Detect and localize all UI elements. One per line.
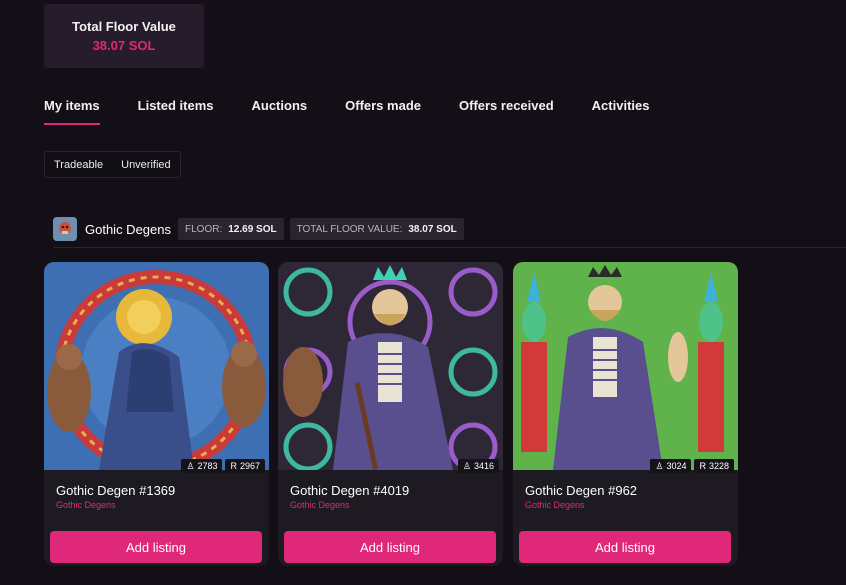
filter-toggle-group: Tradeable Unverified [44, 151, 181, 178]
rank-badge: R 3228 [694, 459, 734, 473]
tab-auctions[interactable]: Auctions [252, 98, 308, 124]
floor-chip-value: 12.69 SOL [228, 223, 277, 235]
tab-listed-items[interactable]: Listed items [138, 98, 214, 124]
nft-card[interactable]: ♙ 3024 R 3228 Gothic Degen #962 Gothic Deg… [513, 262, 738, 566]
nft-card[interactable]: ♙ 2783 R 2967 Gothic Degen #1369 Gothic De… [44, 262, 269, 566]
nft-collection-link[interactable]: Gothic Degens [525, 500, 585, 510]
skull-avatar-icon[interactable] [53, 217, 77, 241]
total-floor-chip-label: TOTAL FLOOR VALUE: [296, 223, 403, 235]
holders-count: 3024 [666, 461, 687, 471]
holders-count: 2783 [197, 461, 218, 471]
collection-divider [53, 247, 846, 248]
nft-image[interactable] [513, 262, 738, 470]
nft-card[interactable]: ♙ 3416 Gothic Degen #4019 Gothic Degens A… [278, 262, 503, 566]
nft-name[interactable]: Gothic Degen #4019 [290, 483, 409, 498]
person-icon: ♙ [186, 461, 195, 471]
nft-stats: ♙ 3416 [455, 459, 499, 473]
floor-chip: FLOOR: 12.69 SOL [178, 218, 284, 240]
add-listing-button[interactable]: Add listing [50, 531, 262, 563]
filter-tradeable[interactable]: Tradeable [45, 159, 112, 171]
nft-collection-link[interactable]: Gothic Degens [56, 500, 116, 510]
nft-stats: ♙ 2783 R 2967 [178, 459, 265, 473]
add-listing-button[interactable]: Add listing [284, 531, 496, 563]
total-floor-value-label: Total Floor Value [72, 19, 176, 34]
total-floor-chip-value: 38.07 SOL [408, 223, 457, 235]
tab-my-items[interactable]: My items [44, 98, 100, 125]
nft-image[interactable] [44, 262, 269, 470]
holders-badge: ♙ 3024 [650, 459, 692, 473]
nft-image[interactable] [278, 262, 503, 470]
rank-badge: R 2967 [225, 459, 265, 473]
holders-badge: ♙ 2783 [181, 459, 223, 473]
tab-offers-made[interactable]: Offers made [345, 98, 421, 124]
nft-collection-link[interactable]: Gothic Degens [290, 500, 350, 510]
nft-stats: ♙ 3024 R 3228 [647, 459, 734, 473]
tab-offers-received[interactable]: Offers received [459, 98, 554, 124]
collection-name[interactable]: Gothic Degens [85, 222, 171, 237]
total-floor-chip: TOTAL FLOOR VALUE: 38.07 SOL [289, 218, 464, 240]
nft-name[interactable]: Gothic Degen #1369 [56, 483, 175, 498]
person-icon: ♙ [655, 461, 664, 471]
holders-count: 3416 [473, 461, 494, 471]
rank-icon: R [230, 461, 237, 471]
floor-chip-label: FLOOR: [185, 223, 223, 235]
nft-name[interactable]: Gothic Degen #962 [525, 483, 637, 498]
rank-icon: R [699, 461, 706, 471]
person-icon: ♙ [462, 461, 471, 471]
add-listing-button[interactable]: Add listing [519, 531, 731, 563]
rank-value: 2967 [239, 461, 260, 471]
rank-value: 3228 [708, 461, 729, 471]
holders-badge: ♙ 3416 [457, 459, 499, 473]
filter-unverified[interactable]: Unverified [112, 159, 180, 171]
total-floor-value-amount: 38.07 SOL [92, 38, 156, 53]
tab-activities[interactable]: Activities [592, 98, 650, 124]
tabs-bar: My items Listed items Auctions Offers ma… [44, 98, 687, 125]
collection-header: Gothic Degens FLOOR: 12.69 SOL TOTAL FLO… [53, 216, 846, 242]
total-floor-value-panel: Total Floor Value 38.07 SOL [44, 4, 204, 68]
